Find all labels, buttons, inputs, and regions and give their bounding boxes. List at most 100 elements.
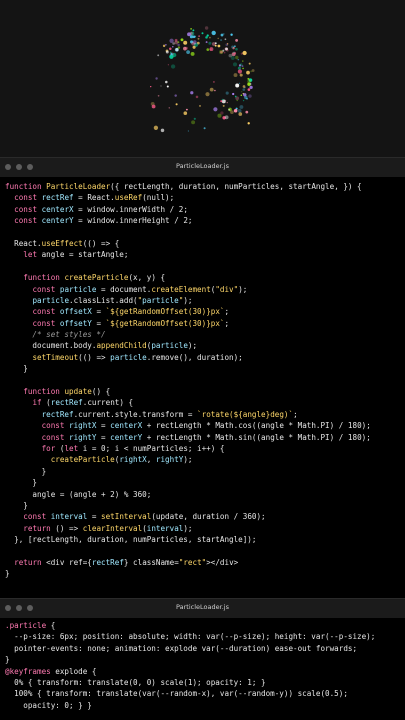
particle-dot — [160, 128, 165, 133]
particle-dot — [177, 46, 181, 49]
code-line: const rightY = centerY + rectLength * Ma… — [41, 432, 371, 442]
particle-dot — [217, 37, 219, 40]
particle-dot — [235, 55, 239, 60]
particle-dot — [175, 103, 178, 106]
particle-dot — [249, 85, 253, 90]
code-line: function ParticleLoader({ rectLength, du… — [5, 182, 362, 191]
particle-dot — [165, 50, 169, 54]
code-line: 0% { transform: translate(0, 0) scale(1)… — [5, 677, 266, 687]
particle-dot — [157, 54, 160, 57]
code-line: const offsetX = `${getRandomOffset(30)}p… — [32, 307, 230, 317]
particle-dot — [220, 33, 224, 37]
code-line: const centerX = window.innerWidth / 2; — [14, 204, 188, 214]
code-line: function update() { — [23, 387, 111, 397]
particle-dot — [233, 108, 238, 113]
particle-dot — [225, 91, 229, 95]
particle-dot — [183, 42, 185, 45]
code-line: @keyframes explode { — [5, 666, 97, 676]
code-line: } — [5, 478, 38, 488]
particle-dot — [157, 94, 160, 97]
particle-dot — [239, 73, 243, 77]
code-line: setTimeout(() => particle.remove(), dura… — [32, 352, 243, 362]
editor-titlebar-css: ParticleLoader.js — [0, 598, 405, 618]
particle-dot — [242, 50, 247, 56]
code-line: } — [5, 500, 28, 510]
code-line: const interval = setInterval(update, dur… — [23, 512, 266, 522]
code-line: return <div ref={rectRef} className="rec… — [14, 557, 239, 567]
particle-dot — [193, 117, 196, 120]
code-line: angle = (angle + 2) % 360; — [5, 489, 152, 499]
particle-dot — [151, 104, 156, 109]
code-line: }, [rectLength, duration, numParticles, … — [5, 535, 257, 545]
particle-dot — [233, 73, 238, 78]
particle-dot — [169, 38, 174, 43]
particle-dot — [235, 47, 238, 51]
particle-dot — [248, 94, 252, 98]
particle-dot — [208, 41, 212, 45]
code-line: rectRef.current.style.transform = `rotat… — [41, 409, 298, 419]
code-editor-js[interactable]: function ParticleLoader({ rectLength, du… — [0, 180, 405, 596]
code-line: --p-size: 6px; position: absolute; width… — [5, 632, 376, 642]
particle-dot — [192, 45, 196, 49]
particle-dot — [237, 109, 242, 113]
particle-dot — [150, 85, 152, 88]
particle-dot — [191, 120, 196, 125]
particle-dot — [251, 69, 255, 72]
particle-dot — [197, 37, 200, 40]
particle-dot — [187, 130, 189, 132]
particle-dot — [203, 127, 206, 130]
particle-dot — [237, 66, 241, 70]
particle-dot — [191, 42, 195, 46]
particle-dot — [177, 41, 180, 43]
particle-dot — [242, 60, 244, 62]
particle-dot — [212, 80, 215, 83]
particle-dot — [244, 95, 248, 100]
particle-dot — [153, 125, 159, 130]
particle-dot — [224, 99, 227, 102]
particle-dot — [220, 100, 223, 103]
code-line: /* set styles */ — [5, 330, 106, 340]
particle-dot — [192, 29, 195, 32]
particle-dot — [186, 50, 190, 54]
particle-animation-preview — [0, 0, 405, 157]
code-line: 100% { transform: translate(var(--random… — [5, 689, 348, 699]
particle-dot — [232, 62, 238, 67]
particle-dot — [247, 77, 250, 80]
particle-dot — [160, 85, 162, 87]
editor-title-css: ParticleLoader.js — [176, 603, 229, 611]
particle-dot — [226, 49, 229, 52]
particle-dot — [155, 77, 158, 80]
particle-dot — [228, 108, 230, 111]
code-editor-css[interactable]: .particle { --p-size: 6px; position: abs… — [0, 620, 405, 720]
code-line: const rightX = centerX + rectLength * Ma… — [41, 421, 371, 431]
code-line: } — [5, 466, 47, 476]
particle-dot — [180, 38, 184, 42]
code-line: const centerY = window.innerHeight / 2; — [14, 216, 193, 226]
particle-dot — [238, 82, 241, 85]
particle-dot — [242, 85, 246, 88]
particle-dot — [190, 51, 195, 56]
particle-dot — [235, 83, 240, 88]
particle-dot — [168, 107, 171, 109]
code-line: function createParticle(x, y) { — [23, 273, 166, 283]
particle-dot — [223, 51, 226, 54]
particle-dot — [199, 105, 201, 107]
particle-dot — [167, 64, 170, 66]
particle-dot — [224, 38, 227, 41]
particle-dot — [214, 89, 216, 92]
particle-dot — [219, 50, 224, 55]
particle-dot — [224, 115, 229, 120]
particle-dot — [170, 64, 176, 69]
particle-dot — [240, 94, 243, 96]
code-line: particle.classList.add("particle"); — [32, 295, 193, 305]
code-line: createParticle(rightX, rightY); — [50, 455, 193, 465]
particle-dot — [247, 122, 250, 125]
particle-dot — [246, 70, 250, 75]
particle-dot — [221, 98, 224, 101]
code-line: if (rectRef.current) { — [32, 398, 134, 408]
particle-dot — [190, 28, 192, 30]
code-line: } — [5, 364, 28, 374]
particle-dot — [232, 92, 235, 96]
code-line: const offsetY = `${getRandomOffset(30)}p… — [32, 318, 230, 328]
